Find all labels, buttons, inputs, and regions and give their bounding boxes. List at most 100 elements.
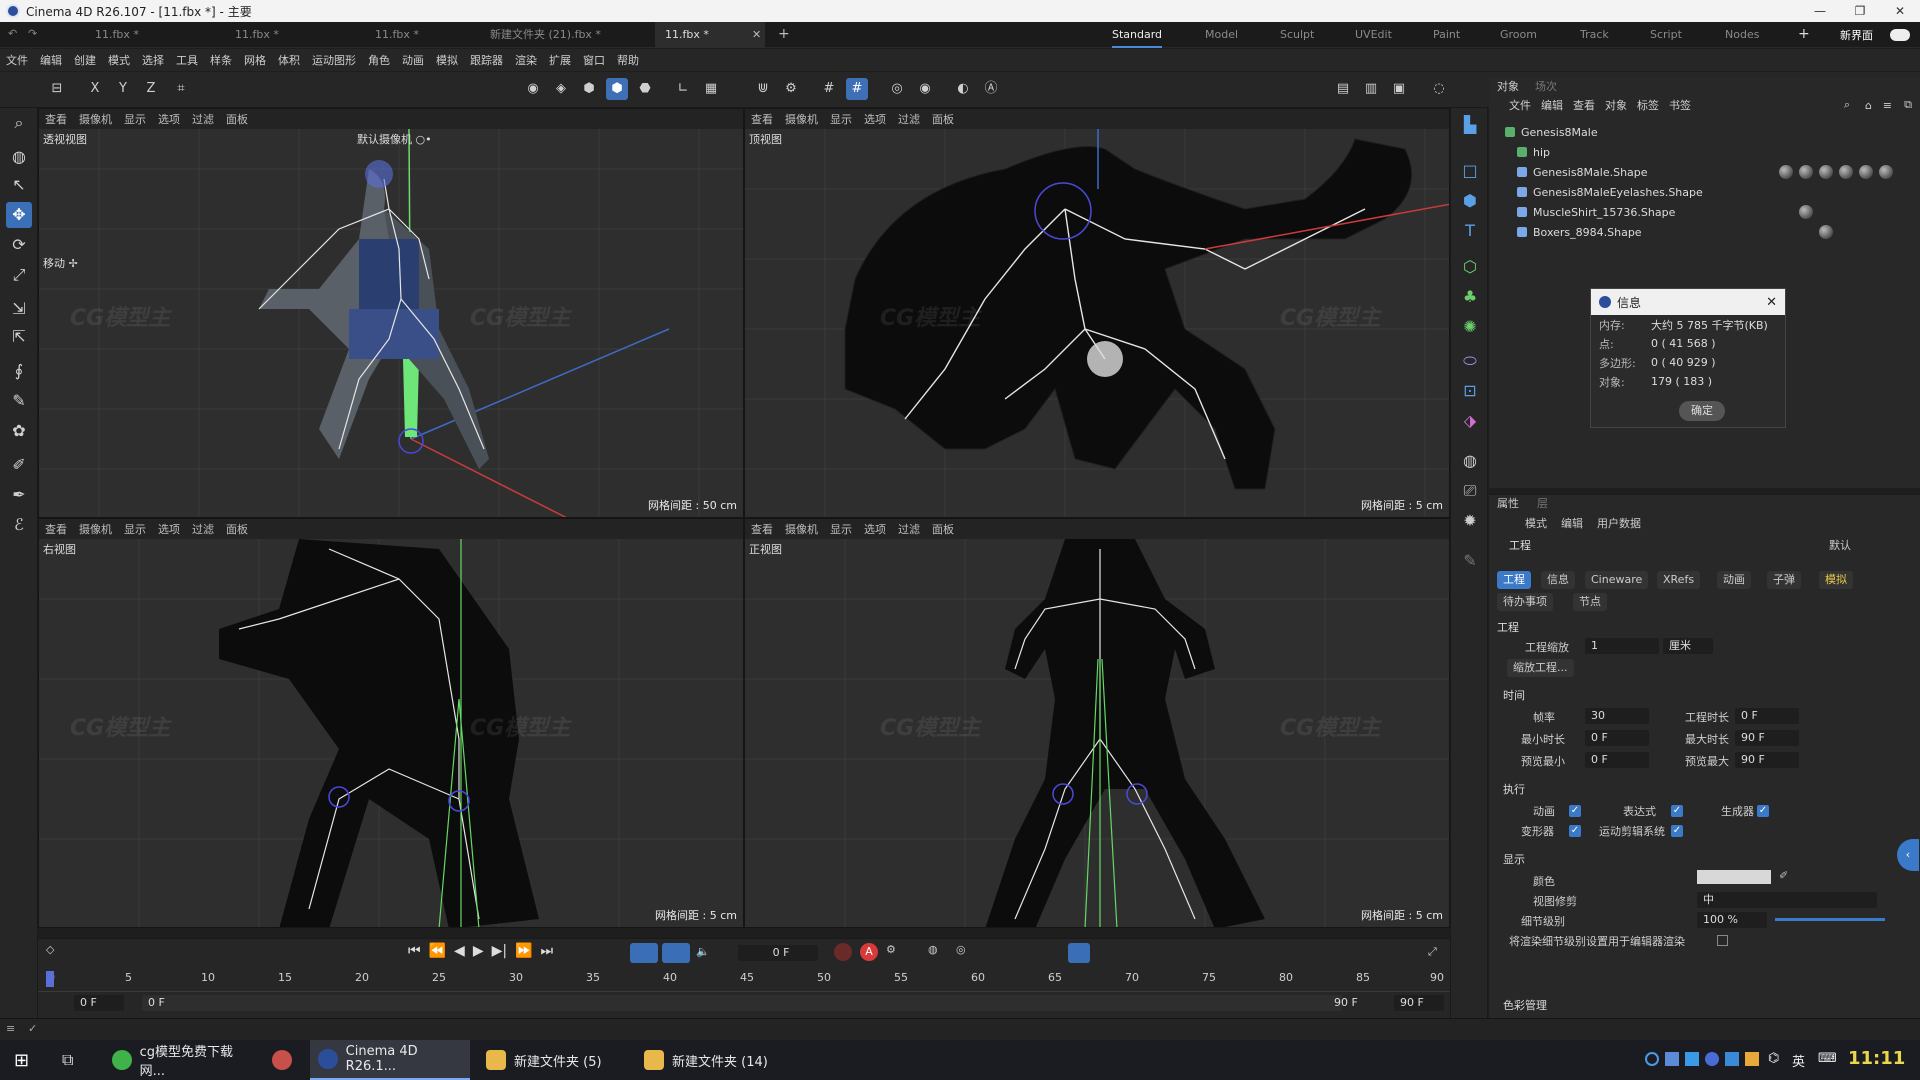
undo-history-icon[interactable]: ⊟ — [46, 78, 68, 100]
vp-menu-panel[interactable]: 面板 — [226, 521, 248, 537]
next-key-icon[interactable]: ⏩ — [515, 943, 532, 959]
scale-tool-icon[interactable]: ⤢ — [6, 262, 32, 288]
vp-menu-display[interactable]: 显示 — [124, 521, 146, 537]
vp-menu-panel[interactable]: 面板 — [932, 521, 954, 537]
object-row[interactable]: Genesis8Male — [1489, 122, 1920, 142]
layout-tab-standard[interactable]: Standard — [1112, 22, 1163, 48]
menu-tracker[interactable]: 跟踪器 — [464, 52, 509, 68]
range-icon[interactable] — [662, 943, 690, 963]
close-icon[interactable]: ✕ — [1766, 295, 1777, 310]
taskbar-item-folder[interactable]: 新建文件夹 (14) — [636, 1040, 786, 1080]
effector-icon[interactable]: ✺ — [1457, 314, 1483, 340]
close-button[interactable]: ✕ — [1880, 0, 1920, 22]
layout-tab-track[interactable]: Track — [1580, 22, 1609, 48]
brush-icon[interactable]: ✎ — [6, 388, 32, 414]
minimize-button[interactable]: — — [1800, 0, 1840, 22]
doc-tab[interactable]: 11.fbx * — [85, 22, 205, 48]
subtab-simulate[interactable]: 模拟 — [1819, 571, 1853, 589]
redo-icon[interactable]: ↷ — [28, 27, 37, 40]
taskbar-item-cinema4d[interactable]: Cinema 4D R26.1... — [310, 1040, 470, 1080]
windows-start-icon[interactable]: ⊞ — [14, 1050, 29, 1071]
edges-mode-icon[interactable]: ◈ — [550, 78, 572, 100]
vp-menu-options[interactable]: 选项 — [158, 521, 180, 537]
playhead[interactable] — [46, 971, 54, 987]
select-icon[interactable]: ↖ — [6, 172, 32, 198]
material-tag[interactable] — [1859, 165, 1873, 179]
vp-menu-view[interactable]: 查看 — [45, 521, 67, 537]
layout-tab-groom[interactable]: Groom — [1500, 22, 1537, 48]
material-tag[interactable] — [1839, 165, 1853, 179]
filter-icon[interactable]: ≡ — [1883, 99, 1892, 112]
app-icon[interactable] — [272, 1050, 292, 1070]
uv-mode-icon[interactable]: ⬣ — [634, 78, 656, 100]
om-menu-file[interactable]: 文件 — [1509, 97, 1531, 113]
zoom-icon[interactable]: ⌕ — [6, 110, 32, 136]
axis-z-toggle[interactable]: Z — [140, 78, 162, 100]
move-tool-icon[interactable]: ✥ — [6, 202, 32, 228]
solo-icon[interactable]: ◎ — [886, 78, 908, 100]
pmin-field[interactable]: 0 F — [1585, 752, 1649, 768]
am-menu-userdata[interactable]: 用户数据 — [1597, 515, 1641, 533]
tray-icon[interactable] — [1685, 1052, 1699, 1066]
restore-button[interactable]: ❐ — [1840, 0, 1880, 22]
clock[interactable]: 11:11 — [1848, 1048, 1905, 1069]
axis-x-toggle[interactable]: X — [84, 78, 106, 100]
menu-render[interactable]: 渲染 — [509, 52, 543, 68]
next-frame-icon[interactable]: ▶| — [492, 943, 507, 959]
menu-file[interactable]: 文件 — [0, 52, 34, 68]
menu-help[interactable]: 帮助 — [611, 52, 645, 68]
vp-menu-filter[interactable]: 过滤 — [192, 111, 214, 127]
auto-key-icon[interactable]: Ⓐ — [980, 78, 1002, 100]
spline-pen-icon[interactable]: ℰ — [6, 512, 32, 538]
preset-dropdown[interactable]: 默认 — [1829, 537, 1851, 555]
solo-settings-icon[interactable]: ◉ — [914, 78, 936, 100]
vp-menu-camera[interactable]: 摄像机 — [79, 521, 112, 537]
render-settings-icon[interactable]: ▣ — [1388, 78, 1410, 100]
color-swatch[interactable] — [1697, 870, 1771, 884]
knife-icon[interactable]: ✐ — [6, 452, 32, 478]
menu-spline[interactable]: 样条 — [204, 52, 238, 68]
viewport-perspective[interactable]: 查看 摄像机 显示 选项 过滤 面板 透视视图 默认摄像机 ○• 移动 ✢ 网格… — [38, 108, 744, 518]
tray-icon[interactable] — [1665, 1052, 1679, 1066]
points-mode-icon[interactable]: ◉ — [522, 78, 544, 100]
taskbar-item-browser[interactable]: cg模型免费下载网... — [104, 1040, 256, 1080]
keyboard-icon[interactable]: ⌨ — [1818, 1051, 1837, 1066]
vp-menu-camera[interactable]: 摄像机 — [79, 111, 112, 127]
prev-frame-icon[interactable]: ◀ — [454, 943, 465, 959]
tab-attributes[interactable]: 属性 — [1497, 495, 1519, 513]
material-tag[interactable] — [1879, 165, 1893, 179]
paint-icon[interactable]: ✿ — [6, 418, 32, 444]
layout-tab-paint[interactable]: Paint — [1433, 22, 1460, 48]
material-tag[interactable] — [1819, 165, 1833, 179]
axis-mode-icon[interactable]: ∟ — [672, 78, 694, 100]
volume-icon[interactable]: ⬗ — [1457, 408, 1483, 434]
vp-menu-panel[interactable]: 面板 — [226, 111, 248, 127]
menu-mograph[interactable]: 运动图形 — [306, 52, 362, 68]
tray-icon[interactable] — [1725, 1052, 1739, 1066]
menu-extensions[interactable]: 扩展 — [543, 52, 577, 68]
menu-mode[interactable]: 模式 — [102, 52, 136, 68]
vp-menu-view[interactable]: 查看 — [751, 111, 773, 127]
grid-snap-icon[interactable]: # — [818, 78, 840, 100]
ok-button[interactable]: 确定 — [1679, 401, 1725, 421]
scale-axes-icon[interactable]: ⇱ — [6, 324, 32, 350]
vp-menu-camera[interactable]: 摄像机 — [785, 521, 818, 537]
collapse-panel-button[interactable]: ‹ — [1897, 839, 1919, 871]
exec-motion-checkbox[interactable]: ✓ — [1671, 825, 1683, 837]
max-field[interactable]: 90 F — [1735, 730, 1799, 746]
key-param-icon[interactable] — [1068, 943, 1090, 963]
cloner-icon[interactable]: ♣ — [1457, 284, 1483, 310]
tab-objects[interactable]: 对象 — [1497, 78, 1519, 94]
om-menu-tags[interactable]: 标签 — [1637, 97, 1659, 113]
object-row[interactable]: Genesis8Male.Shape — [1489, 162, 1920, 182]
coordinate-system-icon[interactable]: ⌗ — [170, 78, 192, 100]
vp-menu-display[interactable]: 显示 — [830, 111, 852, 127]
menu-volume[interactable]: 体积 — [272, 52, 306, 68]
snap-icon[interactable]: ⋓ — [752, 78, 774, 100]
om-menu-view[interactable]: 查看 — [1573, 97, 1595, 113]
undo-icon[interactable]: ↶ — [8, 27, 17, 40]
play-icon[interactable]: ▶ — [473, 943, 484, 959]
material-tag[interactable] — [1799, 205, 1813, 219]
key-settings-icon[interactable]: ⚙ — [886, 943, 896, 956]
scale-project-button[interactable]: 缩放工程... — [1507, 659, 1574, 677]
